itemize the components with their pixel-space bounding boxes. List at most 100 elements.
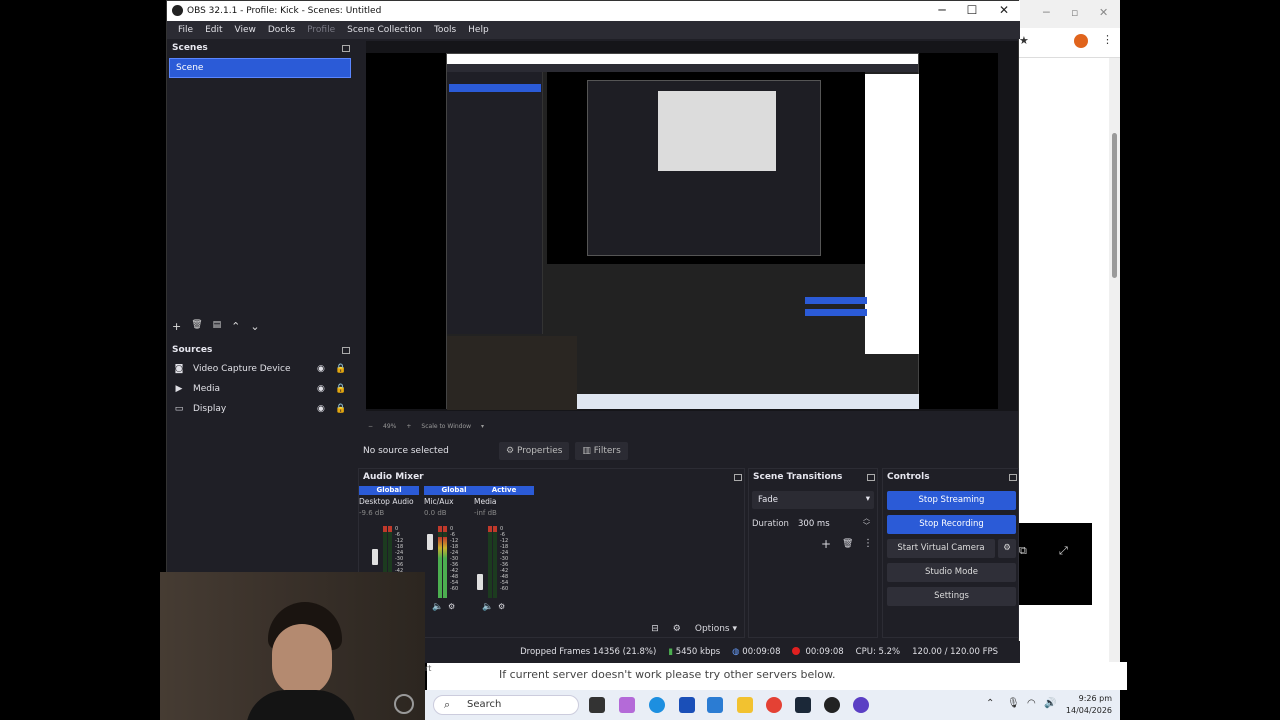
source-item[interactable]: ▶ Media ◉ 🔒: [167, 379, 352, 399]
browser-minimize-icon[interactable]: ─: [1043, 6, 1050, 19]
layout-toggle-icon[interactable]: ⊟: [651, 624, 659, 634]
start-virtual-camera-button[interactable]: Start Virtual Camera: [887, 539, 995, 558]
store-icon[interactable]: [679, 697, 695, 713]
transitions-undock-icon[interactable]: [867, 474, 875, 481]
visibility-eye-icon[interactable]: ◉: [317, 404, 325, 414]
task-view-icon[interactable]: [589, 697, 605, 713]
add-transition-icon[interactable]: +: [821, 537, 831, 551]
sources-undock-icon[interactable]: [342, 347, 350, 354]
duration-stepper[interactable]: ︿ ﹀: [863, 514, 870, 530]
channel-properties-icon[interactable]: ⚙: [498, 602, 505, 611]
volume-fader[interactable]: [372, 549, 378, 565]
obs-taskbar-icon[interactable]: [824, 697, 840, 713]
mute-icon[interactable]: 🔈: [432, 602, 443, 612]
menu-view[interactable]: View: [229, 25, 262, 35]
monitor-icon: ▭: [174, 404, 184, 414]
menu-tools[interactable]: Tools: [428, 25, 462, 35]
nested-menubar: [447, 64, 918, 72]
move-scene-up-icon[interactable]: ⌃: [231, 320, 240, 333]
studio-mode-button[interactable]: Studio Mode: [887, 563, 1016, 582]
virtual-camera-settings-icon[interactable]: ⚙: [998, 539, 1016, 558]
settings-button[interactable]: Settings: [887, 587, 1016, 606]
microphone-icon[interactable]: 🎙: [1007, 698, 1020, 709]
camera-icon: ◙: [174, 364, 184, 374]
minimize-button[interactable]: ─: [927, 3, 957, 17]
lock-icon[interactable]: 🔒: [335, 364, 346, 374]
steam-icon[interactable]: [795, 697, 811, 713]
browser-maximize-icon[interactable]: ▫: [1071, 6, 1078, 19]
tray-overflow-icon[interactable]: ⌃: [986, 698, 994, 709]
level-meter: [493, 526, 497, 598]
channel-name[interactable]: Media: [474, 497, 534, 506]
menu-scene-collection[interactable]: Scene Collection: [341, 25, 428, 35]
wifi-icon[interactable]: ◠: [1027, 698, 1036, 709]
properties-button[interactable]: ⚙ Properties: [499, 442, 570, 460]
outlook-icon[interactable]: [707, 697, 723, 713]
menu-docks[interactable]: Docks: [262, 25, 301, 35]
mixer-undock-icon[interactable]: [734, 474, 742, 481]
menu-edit[interactable]: Edit: [199, 25, 228, 35]
volume-fader[interactable]: [427, 534, 433, 550]
preview-canvas[interactable]: [366, 53, 998, 410]
options-label: Options: [694, 624, 730, 634]
visibility-eye-icon[interactable]: ◉: [317, 384, 325, 394]
move-scene-down-icon[interactable]: ⌄: [250, 320, 259, 333]
copilot-icon[interactable]: [619, 697, 635, 713]
menu-profile[interactable]: Profile: [301, 25, 341, 35]
source-item[interactable]: ▭ Display ◉ 🔒: [167, 399, 352, 419]
mixer-settings-icon[interactable]: ⚙: [673, 624, 681, 634]
filters-button[interactable]: ▥ Filters: [575, 442, 628, 460]
volume-icon[interactable]: 🔊: [1044, 698, 1056, 709]
transition-menu-icon[interactable]: ⋮: [863, 538, 873, 549]
browser-close-icon[interactable]: ✕: [1099, 6, 1108, 19]
zoom-out-icon[interactable]: −: [368, 423, 373, 430]
taskbar-clock[interactable]: 9:26 pm 14/04/2026: [1066, 693, 1112, 717]
lock-icon[interactable]: 🔒: [335, 404, 346, 414]
chrome-icon[interactable]: [766, 697, 782, 713]
taskbar-search[interactable]: ⌕ Search: [433, 695, 579, 715]
bookmark-star-icon[interactable]: ★: [1019, 34, 1029, 47]
stream-time-status: ◍ 00:09:08: [732, 647, 780, 657]
mixer-options-button[interactable]: Options ▾: [695, 624, 737, 634]
fullscreen-icon[interactable]: ⤢: [1059, 544, 1068, 558]
source-label: Display: [193, 404, 227, 414]
scrollbar-thumb[interactable]: [1112, 133, 1117, 278]
nested-screenshot-inner: [658, 91, 776, 171]
scene-list-item[interactable]: Scene: [169, 58, 351, 78]
close-button[interactable]: ✕: [989, 3, 1019, 17]
channel-properties-icon[interactable]: ⚙: [448, 602, 455, 611]
maximize-button[interactable]: ☐: [957, 3, 987, 17]
zoom-in-icon[interactable]: +: [406, 423, 411, 430]
stop-recording-button[interactable]: Stop Recording: [887, 515, 1016, 534]
app-taskbar-icon[interactable]: [853, 697, 869, 713]
scenes-undock-icon[interactable]: [342, 45, 350, 52]
level-meter: [438, 526, 442, 598]
add-scene-icon[interactable]: +: [172, 320, 181, 333]
remove-transition-icon[interactable]: 🗑: [842, 539, 853, 549]
controls-undock-icon[interactable]: [1009, 474, 1017, 481]
browser-scrollbar[interactable]: [1109, 58, 1120, 690]
play-icon: ▶: [175, 384, 183, 394]
visibility-eye-icon[interactable]: ◉: [317, 364, 325, 374]
menu-file[interactable]: File: [172, 25, 199, 35]
volume-fader[interactable]: [477, 574, 483, 590]
file-explorer-icon[interactable]: [737, 697, 753, 713]
preview-area[interactable]: − 49% + Scale to Window ▾: [366, 41, 1018, 430]
scene-filters-icon[interactable]: ▤: [213, 320, 222, 333]
mute-icon[interactable]: 🔈: [482, 602, 493, 612]
source-item[interactable]: ◙ Video Capture Device ◉ 🔒: [167, 359, 352, 379]
menu-help[interactable]: Help: [462, 25, 495, 35]
transition-select[interactable]: Fade ▾: [752, 491, 874, 509]
scale-mode-select[interactable]: Scale to Window: [421, 423, 471, 430]
edge-icon[interactable]: [649, 697, 665, 713]
profile-avatar-icon[interactable]: [1074, 34, 1088, 48]
channel-name[interactable]: Desktop Audio: [359, 497, 419, 506]
duration-input[interactable]: 300 ms: [798, 519, 830, 529]
camera-toggle-icon[interactable]: [394, 694, 414, 714]
stop-streaming-button[interactable]: Stop Streaming: [887, 491, 1016, 510]
browser-menu-icon[interactable]: ⋮: [1102, 33, 1113, 46]
chevron-down-icon[interactable]: ▾: [481, 423, 484, 430]
lock-icon[interactable]: 🔒: [335, 384, 346, 394]
remove-scene-icon[interactable]: 🗑: [191, 320, 202, 333]
pip-icon[interactable]: ⧉: [1019, 544, 1027, 558]
